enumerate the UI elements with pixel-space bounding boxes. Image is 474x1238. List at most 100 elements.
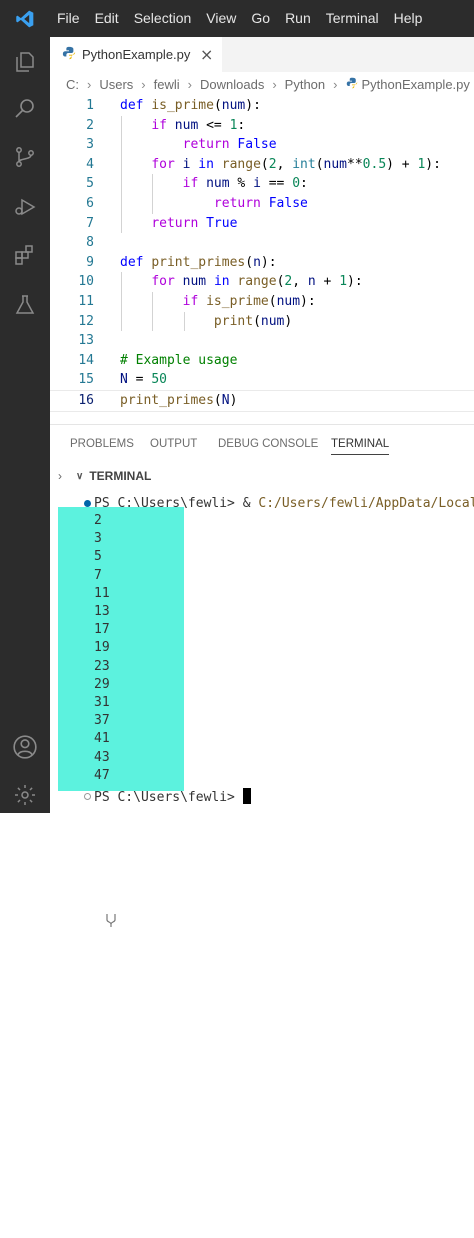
run-debug-icon[interactable] xyxy=(0,187,50,227)
line-number: 1 xyxy=(86,98,94,113)
chevron-right-icon[interactable]: › xyxy=(58,469,62,483)
line-number: 3 xyxy=(86,137,94,153)
code-line[interactable]: 10 for num in range(2, n + 1): xyxy=(50,272,474,292)
highlighted-output-line: 3 xyxy=(94,531,102,547)
terminal-section-header[interactable]: › ∨ TERMINAL xyxy=(50,465,474,487)
code-text: print_primes(N) xyxy=(120,393,238,408)
close-icon[interactable]: × xyxy=(200,45,213,64)
menu-edit[interactable]: Edit xyxy=(88,0,127,37)
account-icon[interactable] xyxy=(0,727,50,767)
code-line[interactable]: 7 return True xyxy=(50,214,474,234)
breadcrumb-separator: › xyxy=(272,76,277,92)
search-icon[interactable] xyxy=(0,89,50,129)
command-status-dot-icon[interactable] xyxy=(84,500,91,507)
panel-tabs: PROBLEMS OUTPUT DEBUG CONSOLE TERMINAL xyxy=(50,425,474,465)
code-line[interactable]: 14 # Example usage xyxy=(50,351,474,371)
code-text: if num % i == 0: xyxy=(182,176,308,192)
code-text: N = 50 xyxy=(120,372,167,388)
chevron-down-icon[interactable]: ∨ xyxy=(76,471,83,482)
highlighted-output-line: 41 xyxy=(94,731,110,747)
breadcrumb-separator: › xyxy=(187,76,192,92)
python-file-icon xyxy=(62,45,76,64)
extensions-icon[interactable] xyxy=(0,235,50,275)
code-line[interactable]: 5 if num % i == 0: xyxy=(50,174,474,194)
breadcrumb-item[interactable]: C: xyxy=(50,77,79,92)
code-editor[interactable]: 1 def is_prime(num): 2 if num <= 1: 3 retur… xyxy=(50,96,474,414)
vscode-logo-icon xyxy=(0,0,50,37)
highlighted-output-line: 5 xyxy=(94,549,102,565)
breadcrumb-item[interactable]: PythonExample.py xyxy=(358,77,470,92)
line-number: 15 xyxy=(78,372,94,388)
menu-view[interactable]: View xyxy=(199,0,244,37)
breadcrumb-item[interactable]: fewli xyxy=(146,77,180,92)
testing-icon[interactable] xyxy=(0,285,50,325)
code-line[interactable]: 4 for i in range(2, int(num**0.5) + 1): xyxy=(50,155,474,175)
highlighted-output-line: 11 xyxy=(94,585,110,601)
breadcrumb-separator: › xyxy=(141,76,146,92)
code-text: def print_primes(n): xyxy=(120,254,277,270)
breadcrumb-separator: › xyxy=(87,76,92,92)
menu-go[interactable]: Go xyxy=(244,0,278,37)
code-line[interactable]: 15 N = 50 xyxy=(50,370,474,390)
code-text: for num in range(2, n + 1): xyxy=(151,274,363,290)
panel-tab-problems[interactable]: PROBLEMS xyxy=(70,438,134,450)
source-control-icon[interactable] xyxy=(0,137,50,177)
terminal-prompt: PS C:\Users\fewli> xyxy=(94,790,243,805)
panel-tab-terminal[interactable]: TERMINAL xyxy=(331,438,390,455)
highlighted-output-line: 23 xyxy=(94,658,110,674)
code-line[interactable]: 1 def is_prime(num): xyxy=(50,96,474,116)
code-line[interactable]: 16 print_primes(N) xyxy=(50,390,474,412)
panel-tab-output[interactable]: OUTPUT xyxy=(150,438,197,450)
command-status-empty-dot-icon[interactable] xyxy=(84,793,91,800)
code-line[interactable]: 8 xyxy=(50,233,474,253)
code-line[interactable]: 3 return False xyxy=(50,135,474,155)
terminal-sidebar xyxy=(100,877,120,1238)
code-line[interactable]: 13 xyxy=(50,331,474,351)
tab-python-example[interactable]: PythonExample.py × xyxy=(50,37,222,72)
highlighted-output-line: 47 xyxy=(94,767,110,783)
code-text: for i in range(2, int(num**0.5) + 1): xyxy=(151,156,441,172)
explorer-icon[interactable] xyxy=(0,42,50,82)
terminal-cursor xyxy=(242,788,251,804)
code-line[interactable]: 11 if is_prime(num): xyxy=(50,292,474,312)
panel-tab-debug-console[interactable]: DEBUG CONSOLE xyxy=(218,438,318,450)
line-number: 14 xyxy=(78,352,94,368)
highlighted-output-line: 7 xyxy=(94,567,102,583)
highlighted-output-line: 17 xyxy=(94,622,110,638)
indent-guide xyxy=(152,292,153,332)
code-line[interactable]: 9 def print_primes(n): xyxy=(50,253,474,273)
code-text: print(num) xyxy=(213,313,293,329)
code-text: def is_prime(num): xyxy=(120,98,261,113)
editor-tabs: PythonExample.py × xyxy=(50,37,474,72)
menu-terminal[interactable]: Terminal xyxy=(319,0,387,37)
python-file-icon xyxy=(338,77,358,92)
indent-guide xyxy=(184,311,185,332)
line-number: 11 xyxy=(78,294,94,309)
highlighted-output-line: 43 xyxy=(94,749,110,765)
menu-selection[interactable]: Selection xyxy=(127,0,200,37)
terminal-command-path[interactable]: C:/Users/fewli/AppData/Local/P xyxy=(258,496,474,511)
highlighted-output-line: 13 xyxy=(94,604,110,619)
tab-label: PythonExample.py xyxy=(82,47,191,62)
line-number: 6 xyxy=(86,196,94,211)
line-number: 7 xyxy=(86,215,94,231)
breadcrumb-item[interactable]: Python xyxy=(277,77,325,92)
highlighted-output-line: 19 xyxy=(94,640,110,656)
terminal-icon[interactable] xyxy=(105,913,117,927)
activity-bar xyxy=(0,37,50,813)
code-line[interactable]: 2 if num <= 1: xyxy=(50,116,474,136)
gear-icon[interactable] xyxy=(0,775,50,815)
line-number: 13 xyxy=(78,333,94,349)
code-line[interactable]: 6 return False xyxy=(50,194,474,214)
line-number: 16 xyxy=(78,393,94,408)
menu-run[interactable]: Run xyxy=(278,0,319,37)
code-line[interactable]: 12 print(num) xyxy=(50,312,474,332)
highlighted-output-line: 2 xyxy=(94,513,102,528)
indent-guide xyxy=(152,174,153,214)
menu-help[interactable]: Help xyxy=(387,0,431,37)
breadcrumb-item[interactable]: Users xyxy=(91,77,133,92)
breadcrumb-item[interactable]: Downloads xyxy=(192,77,264,92)
menu-file[interactable]: File xyxy=(50,0,88,37)
highlighted-output-line: 37 xyxy=(94,713,110,729)
code-text: return False xyxy=(182,137,277,153)
